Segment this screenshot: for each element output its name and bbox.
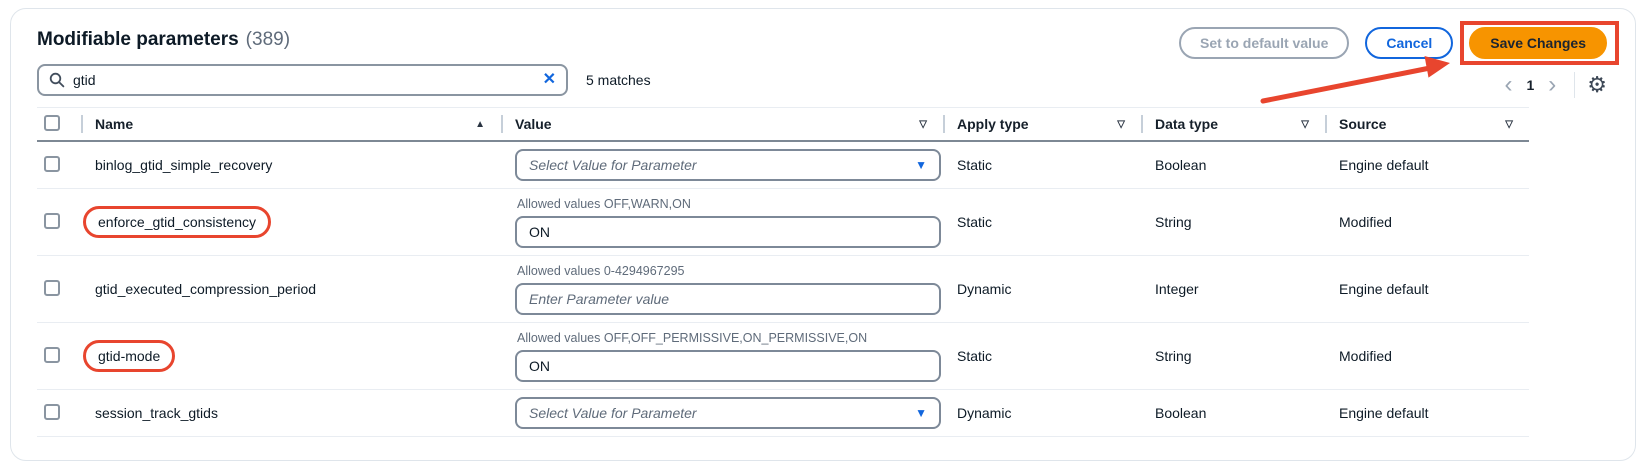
value-input[interactable] [515,350,941,382]
row-checkbox[interactable] [44,156,60,172]
parameter-name: binlog_gtid_simple_recovery [95,157,272,173]
filter-icon[interactable]: ▽ [1117,119,1125,130]
parameter-name: gtid-mode [98,348,160,364]
column-header-value[interactable]: Value ▽ [501,108,943,140]
allowed-values-hint: Allowed values OFF,OFF_PERMISSIVE,ON_PER… [515,331,943,345]
apply-type-cell: Dynamic [943,281,1141,297]
column-header-apply-type[interactable]: Apply type ▽ [943,108,1141,140]
set-to-default-button[interactable]: Set to default value [1179,27,1349,59]
source-cell: Modified [1325,214,1529,230]
filter-icon[interactable]: ▽ [919,119,927,130]
row-checkbox[interactable] [44,404,60,420]
divider [1574,72,1575,98]
chevron-down-icon: ▼ [915,406,927,420]
filter-icon[interactable]: ▽ [1301,119,1309,130]
search-input[interactable] [73,72,543,88]
value-select[interactable]: Select Value for Parameter ▼ [515,397,941,429]
previous-page-button[interactable]: ‹ [1498,73,1518,97]
table-row: enforce_gtid_consistency Allowed values … [37,189,1529,256]
table-row: binlog_gtid_simple_recovery Select Value… [37,142,1529,189]
source-cell: Engine default [1325,157,1529,173]
table-row: gtid_executed_compression_period Allowed… [37,256,1529,323]
table-row: session_track_gtids Select Value for Par… [37,390,1529,437]
clear-search-icon[interactable]: ✕ [543,72,556,88]
row-checkbox[interactable] [44,280,60,296]
filter-icon[interactable]: ▽ [1505,119,1513,130]
value-input[interactable] [515,283,941,315]
apply-type-cell: Dynamic [943,405,1141,421]
value-input[interactable] [515,216,941,248]
apply-type-cell: Static [943,157,1141,173]
parameter-name: session_track_gtids [95,405,218,421]
data-type-cell: String [1141,348,1325,364]
pagination: ‹ 1 › ⚙ [1498,72,1607,98]
chevron-down-icon: ▼ [915,158,927,172]
search-icon [49,72,65,88]
source-cell: Modified [1325,348,1529,364]
cancel-button[interactable]: Cancel [1365,27,1453,59]
search-box[interactable]: ✕ [37,64,568,96]
table-header-row: Name ▲ Value ▽ Apply type ▽ Data type ▽ … [37,107,1529,142]
row-checkbox[interactable] [44,347,60,363]
save-button[interactable]: Save Changes [1469,27,1607,59]
table-row: gtid-mode Allowed values OFF,OFF_PERMISS… [37,323,1529,390]
data-type-cell: Boolean [1141,157,1325,173]
allowed-values-hint: Allowed values 0-4294967295 [515,264,943,278]
source-cell: Engine default [1325,405,1529,421]
data-type-cell: String [1141,214,1325,230]
column-header-source[interactable]: Source ▽ [1325,108,1529,140]
annotation-circle: enforce_gtid_consistency [83,206,271,238]
match-count: 5 matches [586,72,651,88]
parameter-name: gtid_executed_compression_period [95,281,316,297]
column-header-name[interactable]: Name ▲ [81,108,501,140]
panel-header: Modifiable parameters (389) ✕ 5 matches … [37,23,1607,98]
data-type-cell: Integer [1141,281,1325,297]
column-header-data-type[interactable]: Data type ▽ [1141,108,1325,140]
value-select[interactable]: Select Value for Parameter ▼ [515,149,941,181]
parameters-table: Name ▲ Value ▽ Apply type ▽ Data type ▽ … [37,107,1529,437]
apply-type-cell: Static [943,214,1141,230]
gear-icon[interactable]: ⚙ [1587,74,1607,96]
annotation-circle: gtid-mode [83,340,175,372]
allowed-values-hint: Allowed values OFF,WARN,ON [515,197,943,211]
row-checkbox[interactable] [44,213,60,229]
current-page-number: 1 [1518,77,1542,93]
next-page-button[interactable]: › [1542,73,1562,97]
select-all-checkbox[interactable] [44,115,60,131]
source-cell: Engine default [1325,281,1529,297]
sort-ascending-icon[interactable]: ▲ [475,119,485,130]
data-type-cell: Boolean [1141,405,1325,421]
apply-type-cell: Static [943,348,1141,364]
modifiable-parameters-panel: Modifiable parameters (389) ✕ 5 matches … [10,8,1636,461]
parameter-name: enforce_gtid_consistency [98,214,256,230]
page-title: Modifiable parameters [37,29,239,51]
parameter-count: (389) [246,29,290,51]
